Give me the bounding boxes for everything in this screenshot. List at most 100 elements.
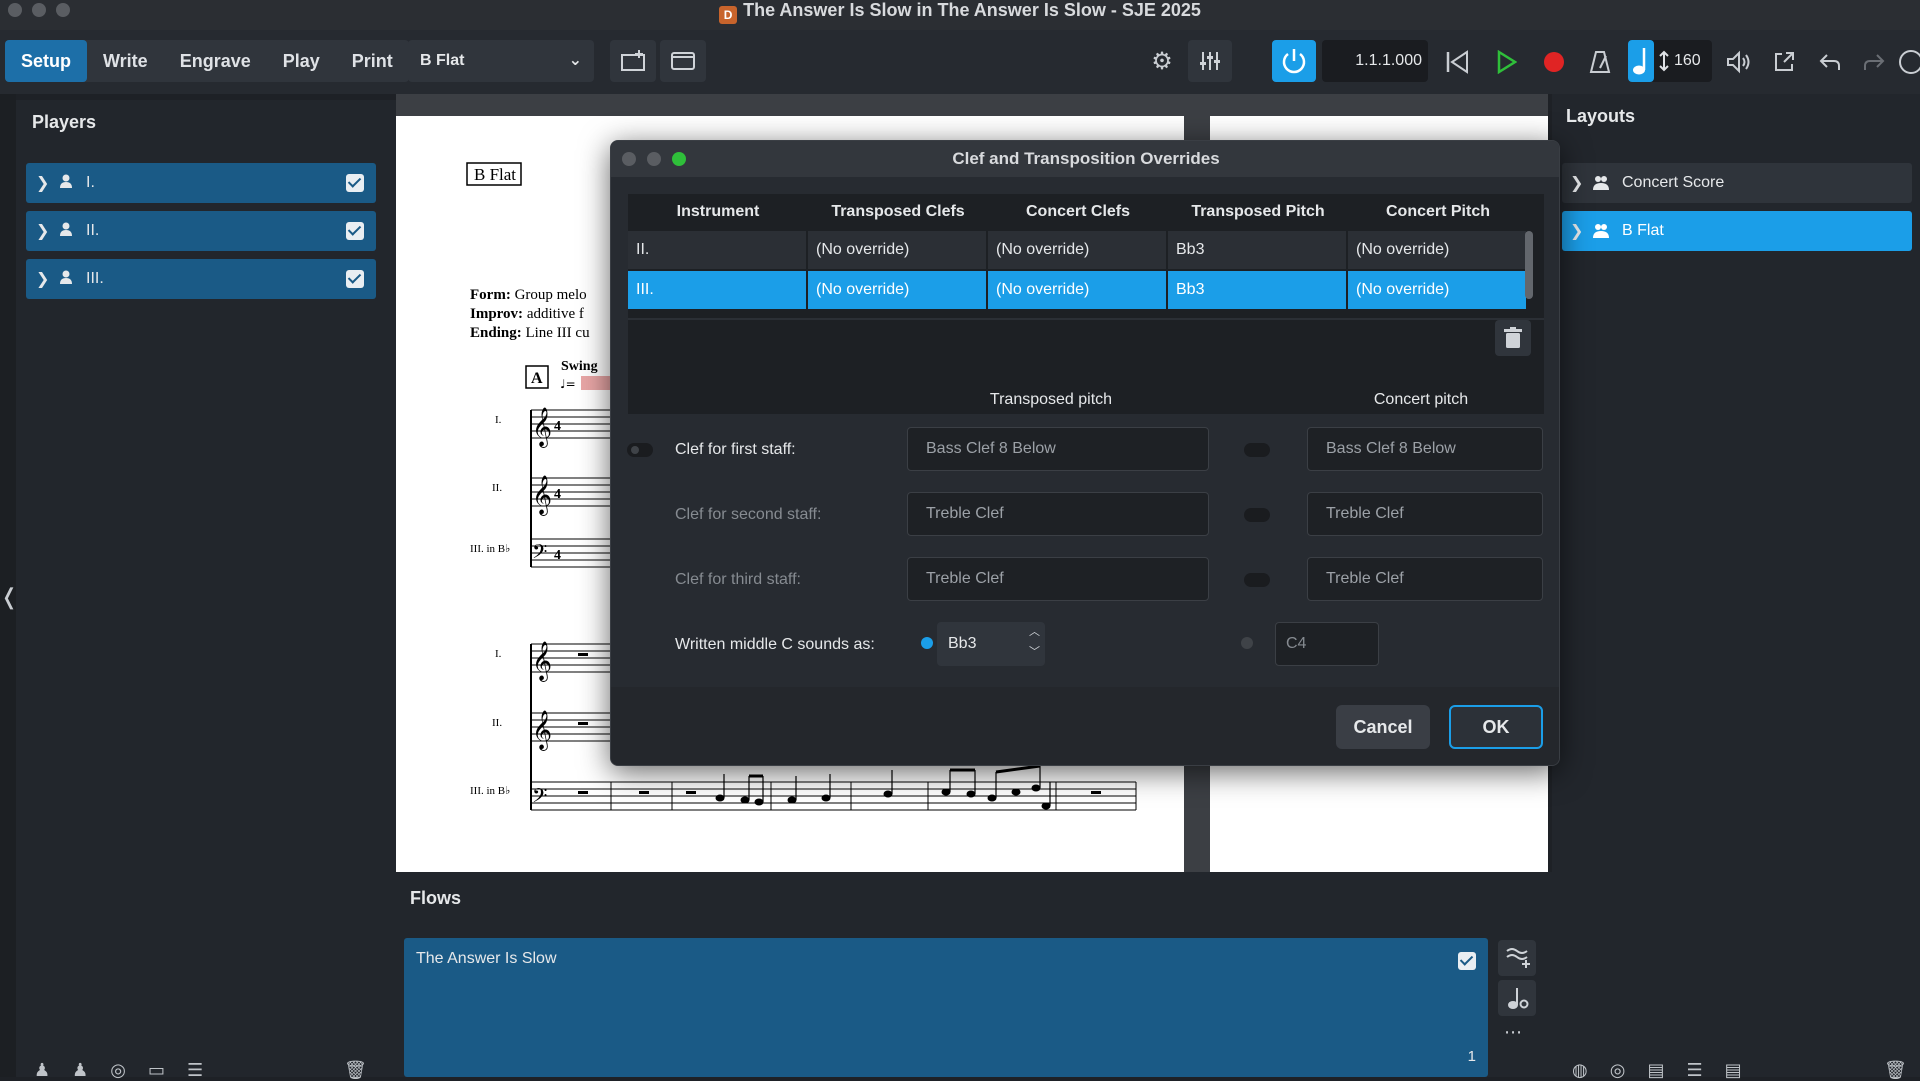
table-cell[interactable]: (No override) [1348,231,1526,269]
layout-selector[interactable]: B Flat ⌄ [408,40,594,82]
dialog-close-button[interactable] [622,152,636,166]
table-cell[interactable]: (No override) [988,231,1166,269]
tab-play[interactable]: Play [267,40,336,82]
clef-first-staff-concert-toggle[interactable] [1244,443,1270,457]
table-cell[interactable]: II. [628,231,806,269]
add-custom-layout-icon[interactable]: ◎ [1610,1060,1626,1080]
galley-view-button[interactable] [610,40,656,82]
undo-icon[interactable] [1812,44,1848,80]
table-cell-selected[interactable]: (No override) [988,271,1166,309]
play-icon[interactable] [1488,44,1524,80]
player-visible-checkbox[interactable] [346,270,364,288]
chevron-up-icon[interactable]: ︿ [1029,625,1040,639]
clef-second-staff-transposed-field[interactable]: Treble Clef [907,492,1209,536]
flow-settings-button[interactable] [1498,980,1536,1016]
chevron-right-icon[interactable]: ❯ [36,173,49,193]
middle-c-transposed-value: Bb3 [948,635,977,652]
ok-button[interactable]: OK [1449,705,1543,749]
clef-third-staff-concert-toggle[interactable] [1244,573,1270,587]
layout-row-b-flat[interactable]: ❯ B Flat [1562,211,1912,251]
page-view-button[interactable] [660,40,706,82]
middle-c-concert-radio[interactable] [1241,637,1253,649]
column-header-concert-clefs[interactable]: Concert Clefs [988,194,1168,230]
add-ensemble-icon[interactable]: ◎ [110,1060,126,1080]
player-row-3[interactable]: ❯ III. [26,259,376,299]
copy-layout-icon[interactable]: ▤ [1647,1060,1664,1080]
clef-third-staff-concert-field[interactable]: Treble Clef [1307,557,1543,601]
add-solo-player-icon[interactable]: ♟ [34,1060,50,1080]
layout-doc-icon[interactable]: ▤ [1725,1060,1742,1080]
clef-second-staff-concert-field[interactable]: Treble Clef [1307,492,1543,536]
chevron-right-icon[interactable]: ❯ [36,221,49,241]
clef-first-staff-concert-field[interactable]: Bass Clef 8 Below [1307,427,1543,471]
power-icon [1282,49,1306,74]
clef-first-staff-transposed-field[interactable]: Bass Clef 8 Below [907,427,1209,471]
table-cell-selected[interactable]: III. [628,271,806,309]
flow-visible-checkbox[interactable] [1458,952,1476,970]
player-visible-checkbox[interactable] [346,174,364,192]
video-reel-icon[interactable]: ⚙ [1144,44,1180,80]
flow-number: 1 [1467,1048,1476,1065]
layouts-panel-title: Layouts [1566,106,1636,126]
tab-engrave[interactable]: Engrave [164,40,267,82]
add-group-icon[interactable]: ▭ [148,1060,165,1080]
delete-player-icon[interactable]: 🗑 [344,1060,367,1081]
chevron-right-icon[interactable]: ❯ [1570,173,1583,193]
redo-icon[interactable] [1856,44,1892,80]
table-cell-selected[interactable]: Bb3 [1168,271,1346,309]
tab-print[interactable]: Print [336,40,409,82]
mixer-button[interactable] [1188,40,1232,82]
add-layout-icon[interactable]: ◍ [1572,1060,1588,1080]
table-cell-selected[interactable]: (No override) [808,271,986,309]
table-cell[interactable]: (No override) [808,231,986,269]
flow-card[interactable]: The Answer Is Slow 1 [404,938,1488,1077]
middle-c-concert-field[interactable]: C4 [1275,622,1379,666]
help-icon[interactable] [1898,44,1920,80]
add-flow-button[interactable] [1498,940,1536,976]
clef-second-staff-label: Clef for second staff: [675,506,822,523]
tempo-text: Swing [561,359,598,374]
layout-row-concert-score[interactable]: ❯ Concert Score [1562,163,1912,203]
dialog-zoom-button[interactable] [672,152,686,166]
activate-playback-button[interactable] [1272,40,1316,82]
chevron-right-icon[interactable]: ❯ [36,269,49,289]
table-cell-selected[interactable]: (No override) [1348,271,1526,309]
fixed-tempo-note-icon[interactable] [1628,40,1654,82]
cancel-button[interactable]: Cancel [1336,705,1430,749]
tab-write[interactable]: Write [87,40,164,82]
table-scrollbar[interactable] [1525,231,1533,299]
column-header-transposed-clefs[interactable]: Transposed Clefs [808,194,988,230]
clef-third-staff-transposed-field[interactable]: Treble Clef [907,557,1209,601]
chevron-right-icon[interactable]: ❯ [1570,221,1583,241]
metronome-icon[interactable] [1582,44,1618,80]
player-row-1[interactable]: ❯ I. [26,163,376,203]
table-cell[interactable]: Bb3 [1168,231,1346,269]
column-header-transposed-pitch[interactable]: Transposed Pitch [1168,194,1348,230]
player-row-2[interactable]: ❯ II. [26,211,376,251]
middle-c-label: Written middle C sounds as: [675,636,875,653]
add-section-player-icon[interactable]: ♟ [72,1060,88,1080]
rewind-to-start-icon[interactable] [1440,44,1476,80]
tempo-display[interactable]: 160 [1628,40,1712,82]
middle-c-transposed-stepper[interactable]: Bb3 ︿ ﹀ [937,622,1045,666]
chevron-down-icon[interactable]: ﹀ [1029,645,1040,659]
svg-text:Ending: Line III cu: Ending: Line III cu [470,325,590,341]
column-header-concert-pitch[interactable]: Concert Pitch [1348,194,1528,230]
dialog-minimize-button[interactable] [647,152,661,166]
column-header-instrument[interactable]: Instrument [628,194,808,230]
more-options-icon[interactable]: ⋯ [1504,1022,1522,1043]
tab-setup[interactable]: Setup [5,40,88,82]
clef-second-staff-concert-toggle[interactable] [1244,508,1270,522]
delete-layout-icon[interactable]: 🗑 [1884,1060,1907,1081]
volume-icon[interactable] [1720,44,1756,80]
middle-c-transposed-radio[interactable] [921,637,933,649]
clef-first-staff-toggle[interactable] [627,443,653,457]
player-visible-checkbox[interactable] [346,222,364,240]
score-layout-label: B Flat [474,165,516,184]
export-icon[interactable] [1766,44,1802,80]
more-options-icon[interactable]: ☰ [187,1060,203,1080]
layout-list-icon[interactable]: ☰ [1686,1060,1702,1080]
record-icon[interactable] [1536,44,1572,80]
player-label: I. [86,174,95,191]
delete-override-button[interactable] [1495,320,1531,356]
